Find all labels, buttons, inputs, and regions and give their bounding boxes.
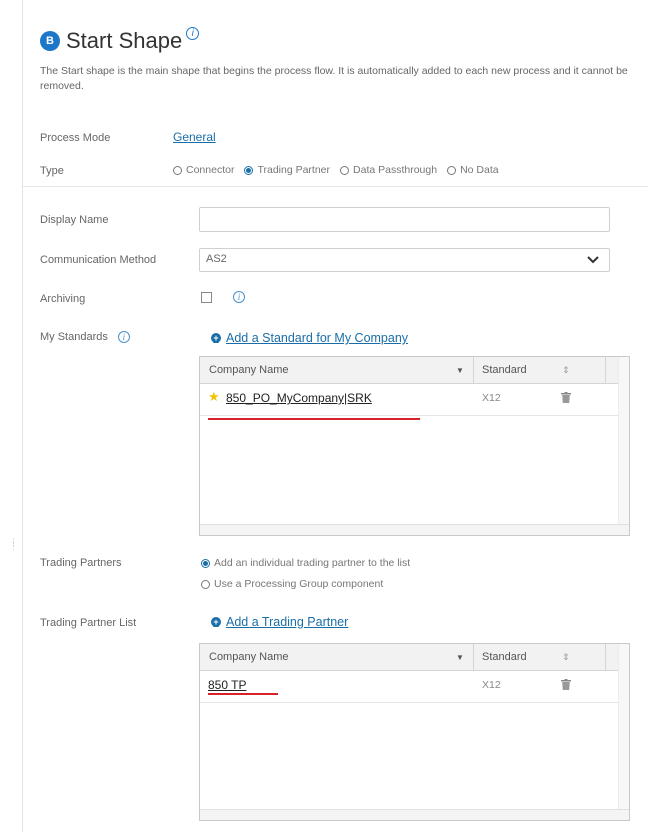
my-standards-grid: Company Name ▼ Standard ⇕ ★ 850_PO_MyCom…: [199, 356, 630, 536]
radio-icon[interactable]: [447, 165, 457, 175]
trading-partners-option-processing-group[interactable]: Use a Processing Group component: [201, 578, 383, 590]
table-row[interactable]: ★ 850_PO_MyCompany|SRK X12: [200, 383, 629, 416]
page-description: The Start shape is the main shape that b…: [40, 65, 628, 92]
sort-icon[interactable]: ⇕: [562, 365, 570, 376]
sort-down-icon[interactable]: ▼: [456, 653, 464, 662]
add-standard-link-text: Add a Standard for My Company: [226, 331, 409, 345]
archiving-label: Archiving: [40, 293, 86, 305]
radio-icon[interactable]: [173, 165, 182, 175]
my-standards-info-icon[interactable]: i: [117, 331, 130, 343]
communication-method-value: AS2: [206, 253, 227, 265]
default-star-icon: ★: [208, 389, 220, 404]
radio-icon[interactable]: [340, 165, 350, 175]
resize-grip[interactable]: ⋮ ⋮: [9, 538, 18, 551]
trash-icon[interactable]: [561, 679, 571, 690]
communication-method-select[interactable]: AS2: [199, 248, 610, 272]
column-separator: [605, 357, 606, 383]
column-header-standard[interactable]: Standard: [482, 364, 527, 376]
trading-partner-grid: Company Name ▼ Standard ⇕ 850 TP X12: [199, 643, 630, 821]
grid-horizontal-scrollbar[interactable]: [200, 524, 629, 535]
company-name-cell[interactable]: 850 TP: [208, 678, 246, 692]
grid-header: Company Name ▼ Standard ⇕: [200, 357, 629, 384]
company-name-cell[interactable]: 850_PO_MyCompany|SRK: [226, 391, 372, 405]
chevron-down-icon: [587, 253, 599, 267]
column-header-company-name[interactable]: Company Name: [209, 364, 288, 376]
trash-icon[interactable]: [561, 392, 571, 403]
column-header-standard[interactable]: Standard: [482, 651, 527, 663]
column-separator: [473, 357, 474, 383]
column-header-company-name[interactable]: Company Name: [209, 651, 288, 663]
radio-icon[interactable]: [201, 579, 210, 589]
type-label: Type: [40, 165, 64, 177]
page-title-text: Start Shape: [66, 28, 183, 53]
table-row[interactable]: 850 TP X12: [200, 670, 629, 703]
add-icon: +: [211, 333, 221, 343]
page-title: B Start Shape i: [40, 26, 200, 54]
standard-cell: X12: [482, 392, 501, 404]
communication-method-label: Communication Method: [40, 254, 157, 266]
my-standards-label: My Standards: [40, 331, 108, 343]
type-option-trading-partner[interactable]: Trading Partner: [244, 164, 330, 176]
archiving-info-icon[interactable]: i: [233, 291, 245, 303]
process-mode-link[interactable]: General: [173, 130, 216, 144]
column-separator: [605, 644, 606, 670]
highlight-underline: [208, 418, 420, 420]
trading-partners-option-individual[interactable]: Add an individual trading partner to the…: [201, 557, 410, 569]
column-separator: [473, 644, 474, 670]
type-option-no-data[interactable]: No Data: [447, 164, 499, 176]
add-icon: +: [211, 617, 221, 627]
grid-vertical-scrollbar[interactable]: [618, 644, 629, 810]
grid-vertical-scrollbar[interactable]: [618, 357, 629, 525]
add-standard-link[interactable]: + Add a Standard for My Company: [211, 331, 408, 345]
type-option-data-passthrough[interactable]: Data Passthrough: [340, 164, 437, 176]
trading-partner-list-label: Trading Partner List: [40, 617, 137, 629]
type-radio-group: Connector Trading Partner Data Passthrou…: [173, 164, 509, 176]
standard-cell: X12: [482, 679, 501, 691]
process-mode-label: Process Mode: [40, 132, 111, 144]
highlight-underline: [208, 693, 278, 695]
grid-horizontal-scrollbar[interactable]: [200, 809, 629, 820]
add-trading-partner-link-text: Add a Trading Partner: [226, 615, 349, 629]
sort-down-icon[interactable]: ▼: [456, 366, 464, 375]
title-info-icon[interactable]: i: [186, 26, 200, 40]
grid-header: Company Name ▼ Standard ⇕: [200, 644, 629, 671]
radio-checked-icon[interactable]: [201, 558, 210, 568]
display-name-label: Display Name: [40, 214, 109, 226]
section-divider: [22, 186, 648, 187]
start-shape-logo-icon: B: [40, 31, 60, 51]
radio-checked-icon[interactable]: [244, 165, 254, 175]
trading-partners-label: Trading Partners: [40, 557, 122, 569]
add-trading-partner-link[interactable]: + Add a Trading Partner: [211, 615, 348, 629]
my-standards-label-row: My Standards i: [40, 331, 130, 343]
type-option-connector[interactable]: Connector: [173, 164, 234, 176]
archiving-checkbox[interactable]: [201, 292, 212, 303]
display-name-input[interactable]: [199, 207, 610, 232]
left-panel-border: ⋮ ⋮: [0, 0, 23, 832]
sort-icon[interactable]: ⇕: [562, 652, 570, 663]
